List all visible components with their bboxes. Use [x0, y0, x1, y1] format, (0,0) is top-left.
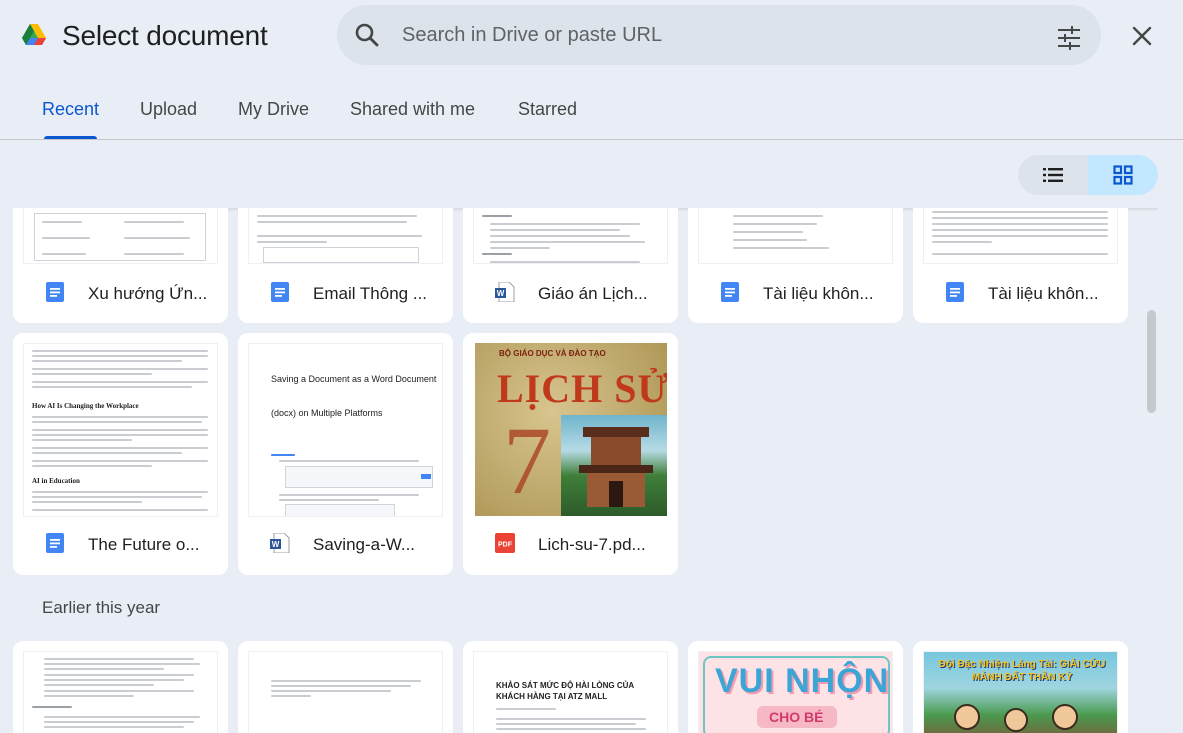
svg-text:W: W [272, 540, 280, 549]
file-card[interactable]: BỘ GIÁO DỤC VÀ ĐÀO TẠO LỊCH SỬ 7 PDF Lic… [463, 333, 678, 575]
tab-my-drive[interactable]: My Drive [238, 99, 309, 120]
file-thumbnail [473, 208, 668, 264]
file-thumbnail [248, 208, 443, 264]
file-name: The Future o... [88, 535, 200, 554]
active-tab-indicator [44, 136, 97, 139]
thumb-text: Saving a Document as a Word Document [271, 374, 437, 384]
file-thumbnail [23, 208, 218, 264]
google-docs-icon [721, 282, 739, 302]
file-name: Giáo án Lịch... [538, 284, 648, 303]
pdf-icon: PDF [495, 533, 515, 553]
list-view-button[interactable] [1018, 155, 1088, 195]
tab-starred[interactable]: Starred [518, 99, 577, 120]
google-drive-logo [22, 24, 46, 45]
view-toggle [1018, 155, 1158, 195]
google-docs-icon [46, 282, 64, 302]
thumb-heading: How AI Is Changing the Workplace [32, 402, 139, 410]
file-name: Tài liệu khôn... [763, 284, 874, 303]
file-card[interactable]: Email Thông ... [238, 208, 453, 323]
thumb-heading: AI in Education [32, 477, 80, 485]
tab-bar: Recent Upload My Drive Shared with me St… [0, 80, 1183, 140]
file-name: Tài liệu khôn... [988, 284, 1099, 303]
file-name: Saving-a-W... [313, 535, 416, 554]
file-grid[interactable]: Xu hướng Ứn... Email Thông ... W Giáo án… [0, 208, 1183, 733]
file-thumbnail [923, 208, 1118, 264]
grid-view-button[interactable] [1088, 155, 1158, 195]
tab-upload[interactable]: Upload [140, 99, 197, 120]
file-thumbnail: How AI Is Changing the Workplace AI in E… [23, 343, 218, 517]
file-name: Lich-su-7.pd... [538, 535, 646, 554]
file-thumbnail [23, 651, 218, 733]
scrollbar-thumb[interactable] [1147, 310, 1156, 413]
book-publisher: BỘ GIÁO DỤC VÀ ĐÀO TẠO [499, 349, 606, 358]
svg-text:PDF: PDF [498, 542, 513, 549]
file-card[interactable] [13, 641, 228, 733]
grid-icon [1113, 165, 1133, 185]
search-options-icon[interactable] [1056, 25, 1082, 51]
search-input[interactable]: Search in Drive or paste URL [402, 24, 662, 47]
file-thumbnail: Đội Đặc Nhiệm Láng Tài: GIẢI CỨU MẢNH ĐẤ… [923, 651, 1118, 733]
file-card[interactable]: Tài liệu khôn... [688, 208, 903, 323]
word-icon: W [495, 282, 515, 302]
tab-shared-with-me[interactable]: Shared with me [350, 99, 475, 120]
section-heading-earlier: Earlier this year [42, 598, 161, 617]
file-card[interactable]: How AI Is Changing the Workplace AI in E… [13, 333, 228, 575]
file-card[interactable]: Tài liệu khôn... [913, 208, 1128, 323]
file-name: Xu hướng Ứn... [88, 284, 208, 303]
file-thumbnail: KHẢO SÁT MỨC ĐỘ HÀI LÒNG CỦA KHÁCH HÀNG … [473, 651, 668, 733]
file-card[interactable]: Xu hướng Ứn... [13, 208, 228, 323]
file-card[interactable]: VUI NHỘN CHO BÉ [688, 641, 903, 733]
file-thumbnail [248, 651, 443, 733]
google-docs-icon [946, 282, 964, 302]
file-thumbnail: Saving a Document as a Word Document (do… [248, 343, 443, 517]
thumb-text: KHẢO SÁT MỨC ĐỘ HÀI LÒNG CỦA KHÁCH HÀNG … [496, 681, 634, 701]
svg-text:W: W [497, 289, 505, 298]
google-docs-icon [46, 533, 64, 553]
thumb-title: Đội Đặc Nhiệm Láng Tài: GIẢI CỨU MẢNH ĐẤ… [938, 659, 1106, 683]
book-grade: 7 [503, 407, 551, 514]
file-card[interactable]: W Giáo án Lịch... [463, 208, 678, 323]
list-icon [1043, 168, 1063, 182]
thumb-text: (docx) on Multiple Platforms [271, 408, 383, 418]
file-card[interactable]: KHẢO SÁT MỨC ĐỘ HÀI LÒNG CỦA KHÁCH HÀNG … [463, 641, 678, 733]
thumb-title: VUI NHỘN [715, 662, 890, 700]
file-card[interactable] [238, 641, 453, 733]
word-icon: W [270, 533, 290, 553]
book-cover-thumbnail: BỘ GIÁO DỤC VÀ ĐÀO TẠO LỊCH SỬ 7 [475, 343, 667, 516]
file-card[interactable]: Saving a Document as a Word Document (do… [238, 333, 453, 575]
file-thumbnail [698, 208, 893, 264]
tab-recent[interactable]: Recent [42, 99, 99, 120]
thumb-subtitle: CHO BÉ [769, 709, 824, 725]
dialog-title: Select document [62, 20, 268, 51]
picker-header: Select document Search in Drive or paste… [0, 0, 1183, 70]
file-thumbnail: VUI NHỘN CHO BÉ [698, 651, 893, 733]
close-icon[interactable] [1128, 22, 1156, 50]
search-icon[interactable] [354, 22, 380, 48]
file-card[interactable]: Đội Đặc Nhiệm Láng Tài: GIẢI CỨU MẢNH ĐẤ… [913, 641, 1128, 733]
file-name: Email Thông ... [313, 284, 428, 303]
google-docs-icon [271, 282, 289, 302]
search-bar[interactable]: Search in Drive or paste URL [337, 5, 1101, 65]
